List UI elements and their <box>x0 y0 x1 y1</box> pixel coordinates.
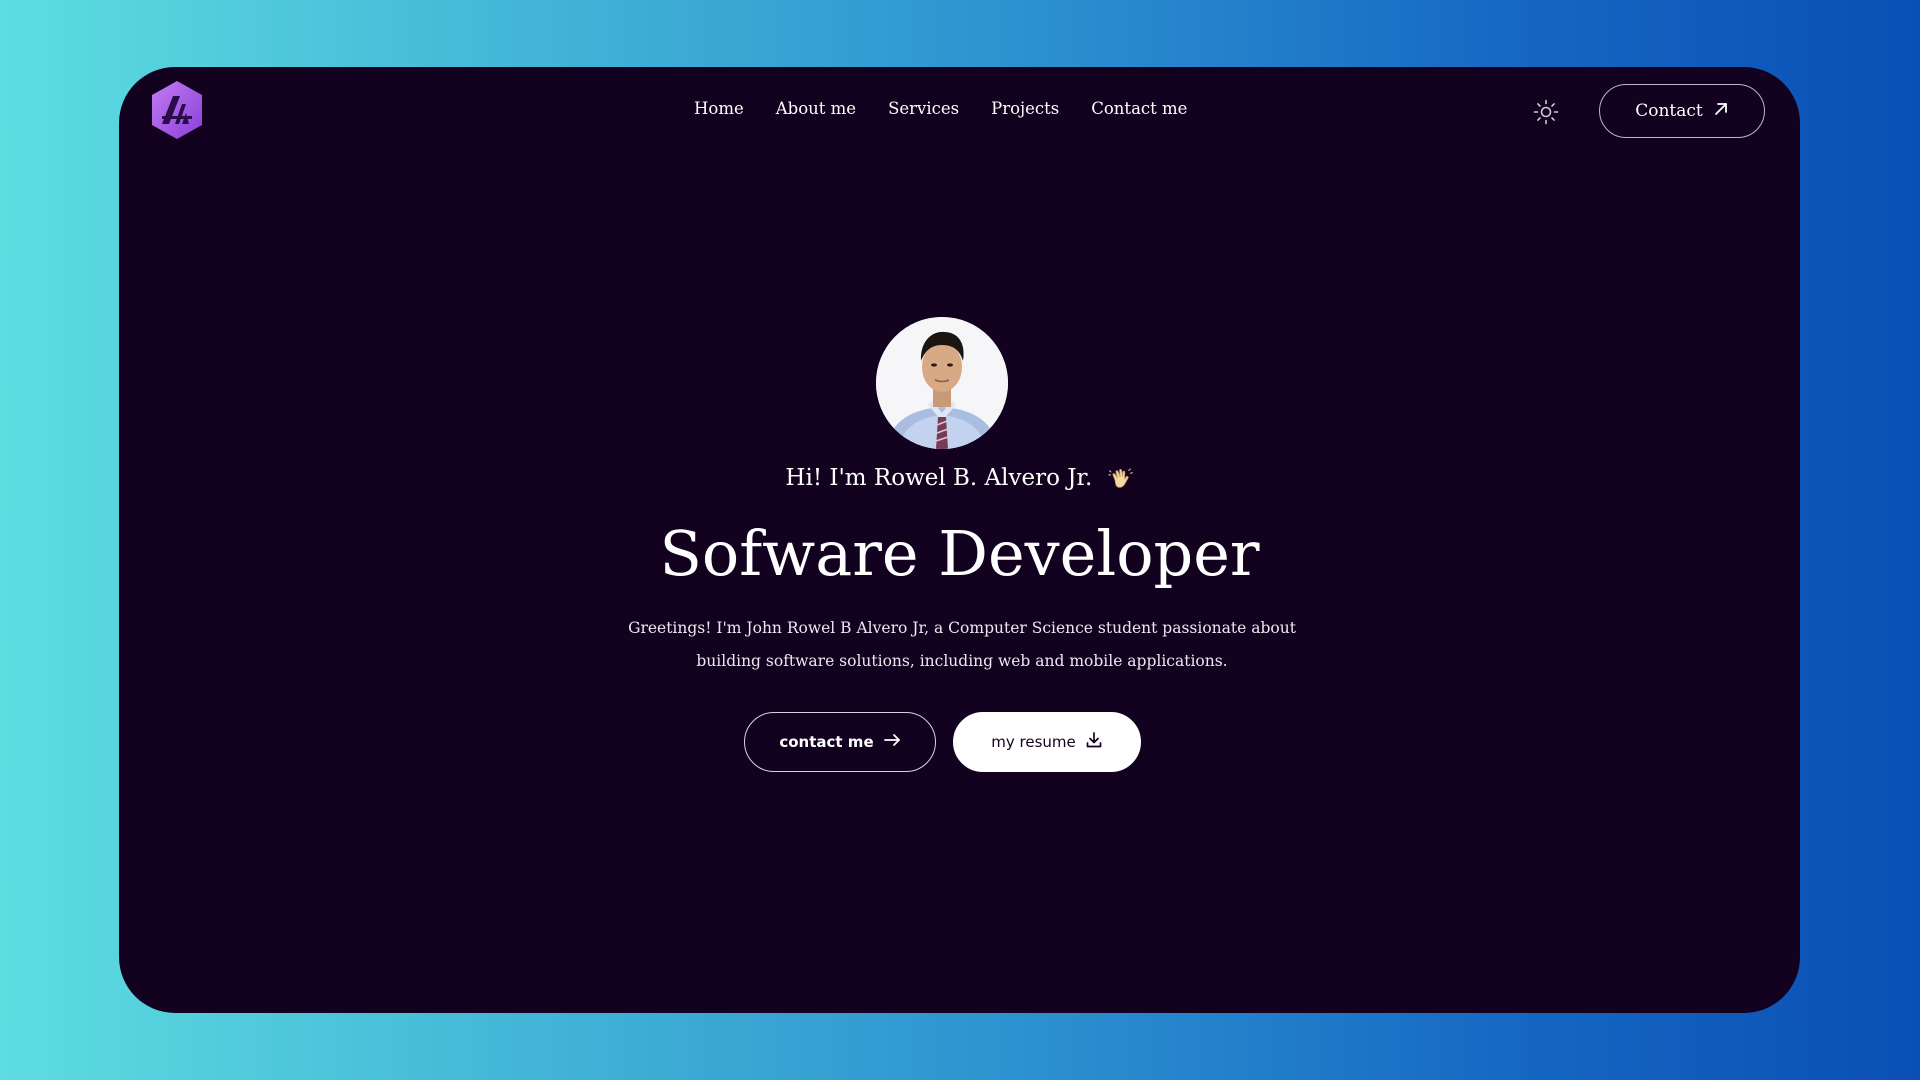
logo-icon[interactable] <box>149 79 205 141</box>
arrow-right-icon <box>883 731 901 753</box>
bio-text: Greetings! I'm John Rowel B Alvero Jr, a… <box>628 619 1296 670</box>
nav-projects[interactable]: Projects <box>991 99 1059 118</box>
main-window: Home About me Services Projects Contact … <box>119 67 1800 1013</box>
nav-services[interactable]: Services <box>888 99 959 118</box>
greeting: Hi! I'm Rowel B. Alvero Jr. <box>119 465 1800 492</box>
nav-contact-me[interactable]: Contact me <box>1091 99 1187 118</box>
contact-me-button[interactable]: contact me <box>744 712 936 772</box>
nav-about-me[interactable]: About me <box>776 99 856 118</box>
download-icon <box>1085 731 1103 753</box>
nav-home[interactable]: Home <box>694 99 744 118</box>
arrow-up-right-icon <box>1713 101 1729 122</box>
my-resume-button[interactable]: my resume <box>953 712 1141 772</box>
my-resume-label: my resume <box>991 733 1076 751</box>
main-nav: Home About me Services Projects Contact … <box>694 99 1187 118</box>
contact-me-label: contact me <box>779 733 874 751</box>
avatar <box>876 317 1008 449</box>
page-title: Sofware Developer <box>659 517 1260 590</box>
contact-button-label: Contact <box>1635 101 1703 121</box>
greeting-text: Hi! I'm Rowel B. Alvero Jr. <box>785 465 1093 491</box>
contact-button[interactable]: Contact <box>1599 84 1765 138</box>
waving-hand-icon <box>1107 466 1134 492</box>
sun-icon[interactable] <box>1532 98 1560 126</box>
